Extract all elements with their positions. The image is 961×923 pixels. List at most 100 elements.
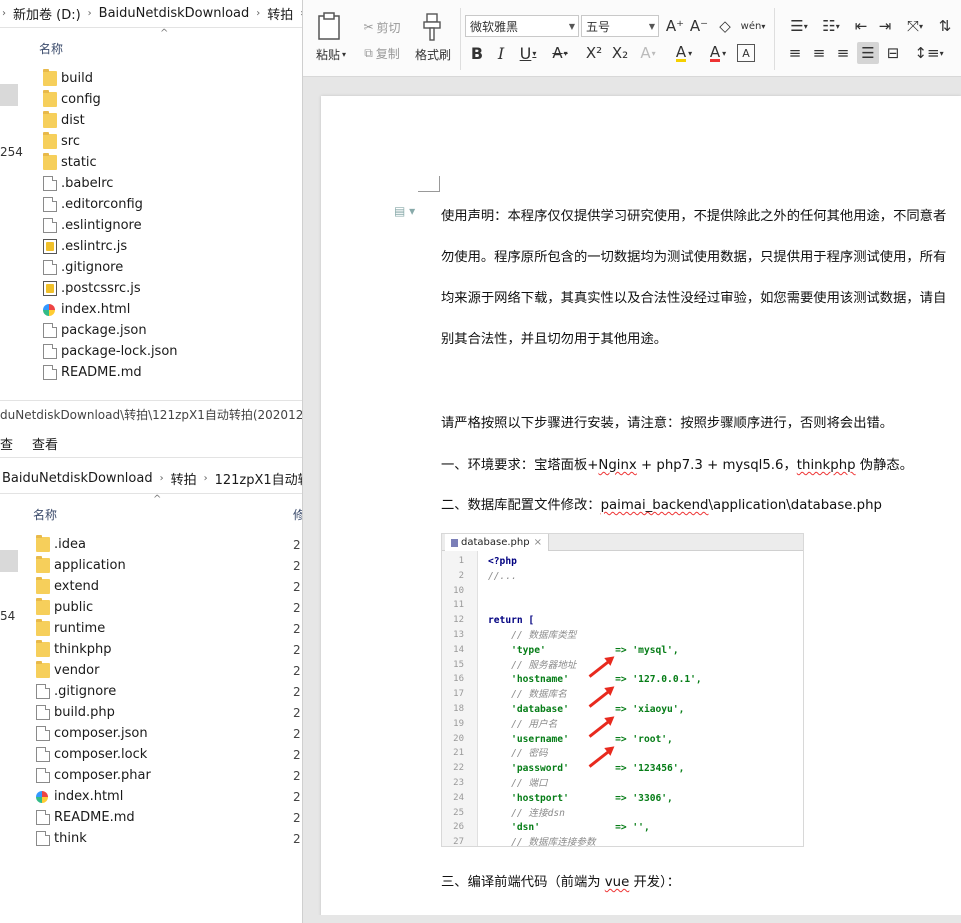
- sort-icon[interactable]: ⇅: [935, 16, 955, 36]
- line-number: 21: [453, 748, 464, 759]
- file-row[interactable]: package-lock.json: [0, 341, 300, 362]
- grow-font-button[interactable]: A⁺: [665, 16, 685, 36]
- file-row[interactable]: .postcssrc.js: [0, 278, 300, 299]
- folder-icon: [43, 132, 57, 149]
- breadcrumb-seg[interactable]: 转拍: [168, 469, 200, 488]
- horizontal-scrollbar[interactable]: [303, 915, 961, 923]
- column-header-name[interactable]: 名称: [33, 503, 57, 525]
- font-size-select[interactable]: 五号 ▼: [581, 15, 659, 37]
- sort-up-icon: ^: [153, 494, 162, 505]
- file-row[interactable]: index.html: [0, 299, 300, 320]
- file-row[interactable]: vendor 2: [0, 660, 301, 681]
- italic-button[interactable]: I: [491, 43, 511, 63]
- highlight-button[interactable]: A ▾: [669, 43, 699, 63]
- html-file-icon: [36, 790, 48, 803]
- format-painter-icon[interactable]: [417, 12, 447, 42]
- text-run: 三、编译前端代码（前端为: [441, 875, 605, 890]
- bullet-list-icon[interactable]: ☰ ▾: [785, 16, 813, 36]
- decrease-indent-icon[interactable]: ⇤: [851, 16, 871, 36]
- window-title-bottom: duNetdiskDownload\转拍\121zpX1自动转拍(202012: [0, 408, 303, 422]
- breadcrumb-bottom[interactable]: BaiduNetdiskDownload › 转拍 › 121zpX1自动转: [0, 466, 302, 490]
- file-row[interactable]: think 2: [0, 828, 301, 849]
- align-left-icon[interactable]: ≡: [785, 43, 805, 63]
- file-row[interactable]: composer.json 2: [0, 723, 301, 744]
- file-row[interactable]: .gitignore 2: [0, 681, 301, 702]
- breadcrumb-seg[interactable]: 转拍: [264, 4, 296, 23]
- breadcrumb-seg[interactable]: BaiduNetdiskDownload: [96, 6, 253, 21]
- character-border-button[interactable]: A: [737, 44, 755, 62]
- file-row[interactable]: README.md 2: [0, 807, 301, 828]
- line-spacing-icon[interactable]: ↕≡ ▾: [914, 43, 943, 63]
- bold-button[interactable]: B: [467, 43, 487, 63]
- file-row[interactable]: README.md: [0, 362, 300, 383]
- code-line: 26 'dsn' => '',: [442, 820, 803, 835]
- file-row[interactable]: composer.lock 2: [0, 744, 301, 765]
- breadcrumb-seg[interactable]: 121zpX1自动转: [212, 469, 302, 488]
- code-line: 12 return [: [442, 613, 803, 628]
- column-header-modified[interactable]: 修: [293, 503, 302, 525]
- file-row[interactable]: build: [0, 68, 300, 89]
- file-row[interactable]: .editorconfig: [0, 194, 300, 215]
- underline-button[interactable]: U ▾: [515, 43, 541, 63]
- ribbon-tab-view[interactable]: 查看: [32, 434, 58, 453]
- text-effect-button[interactable]: A ▾: [635, 43, 661, 63]
- ribbon-tab-partial[interactable]: 查: [0, 434, 13, 453]
- code-line: 1 <?php: [442, 554, 803, 569]
- cut-button[interactable]: ✂ 剪切: [357, 18, 407, 36]
- font-name-select[interactable]: 微软雅黑 ▼: [465, 15, 579, 37]
- file-icon: [36, 726, 50, 741]
- code-text: // 端口: [488, 778, 548, 789]
- file-row[interactable]: public 2: [0, 597, 301, 618]
- file-name: .gitignore: [61, 260, 124, 275]
- file-row[interactable]: .babelrc: [0, 173, 300, 194]
- paste-button[interactable]: 粘贴 ▾: [311, 46, 351, 62]
- file-row[interactable]: .gitignore: [0, 257, 300, 278]
- file-row[interactable]: dist: [0, 110, 300, 131]
- align-center-icon[interactable]: ≡: [809, 43, 829, 63]
- shrink-font-button[interactable]: A⁻: [689, 16, 709, 36]
- file-row[interactable]: .eslintignore: [0, 215, 300, 236]
- file-row[interactable]: src: [0, 131, 300, 152]
- clear-format-button[interactable]: ◇: [715, 16, 735, 36]
- document-page[interactable]: ▤ ▾ 使用声明：本程序仅仅提供学习研究使用，不提供除此之外的任何其他用途，不同…: [321, 96, 961, 923]
- breadcrumb-top[interactable]: › 新加卷 (D:) › BaiduNetdiskDownload › 转拍 ›: [0, 1, 302, 25]
- file-row[interactable]: extend 2: [0, 576, 301, 597]
- file-row[interactable]: composer.phar 2: [0, 765, 301, 786]
- column-header-label: 名称: [39, 41, 64, 56]
- code-text: <?php: [488, 556, 517, 567]
- distributed-align-icon[interactable]: ⊟: [883, 43, 903, 63]
- file-row[interactable]: thinkphp 2: [0, 639, 301, 660]
- file-row[interactable]: static: [0, 152, 300, 173]
- phonetic-guide-button[interactable]: wén ▾: [739, 16, 767, 36]
- file-row[interactable]: runtime 2: [0, 618, 301, 639]
- paragraph-icon[interactable]: ▤ ▾: [394, 204, 415, 218]
- format-painter-button[interactable]: 格式刷: [410, 46, 456, 62]
- file-icon: [43, 197, 57, 212]
- chevron-right-icon: ›: [159, 472, 164, 484]
- file-row[interactable]: package.json: [0, 320, 300, 341]
- column-header-name[interactable]: 名称: [39, 37, 63, 59]
- subscript-button[interactable]: X₂: [609, 43, 631, 63]
- breadcrumb-seg[interactable]: BaiduNetdiskDownload: [0, 471, 156, 486]
- file-row[interactable]: .idea 2: [0, 534, 301, 555]
- file-row[interactable]: config: [0, 89, 300, 110]
- chinese-layout-icon[interactable]: ⤧ ▾: [901, 16, 929, 36]
- html-file-icon: [43, 303, 55, 316]
- paste-icon[interactable]: [313, 10, 345, 42]
- file-row[interactable]: application 2: [0, 555, 301, 576]
- file-row[interactable]: build.php 2: [0, 702, 301, 723]
- strikethrough-button[interactable]: A ▾: [547, 43, 573, 63]
- file-row[interactable]: index.html 2: [0, 786, 301, 807]
- file-date: 2: [293, 726, 301, 741]
- font-color-button[interactable]: A ▾: [703, 43, 733, 63]
- code-screenshot: database.php × 1 <?php 2 //... 10 11 12 return […: [441, 533, 804, 847]
- numbered-list-icon[interactable]: ☷ ▾: [817, 16, 845, 36]
- file-row[interactable]: .eslintrc.js: [0, 236, 300, 257]
- superscript-button[interactable]: X²: [583, 43, 605, 63]
- breadcrumb-seg[interactable]: 新加卷 (D:): [10, 4, 84, 23]
- align-justify-icon[interactable]: ☰: [857, 42, 879, 64]
- copy-label: 复制: [375, 46, 400, 61]
- copy-button[interactable]: ⧉ 复制: [357, 44, 407, 62]
- align-right-icon[interactable]: ≡: [833, 43, 853, 63]
- increase-indent-icon[interactable]: ⇥: [875, 16, 895, 36]
